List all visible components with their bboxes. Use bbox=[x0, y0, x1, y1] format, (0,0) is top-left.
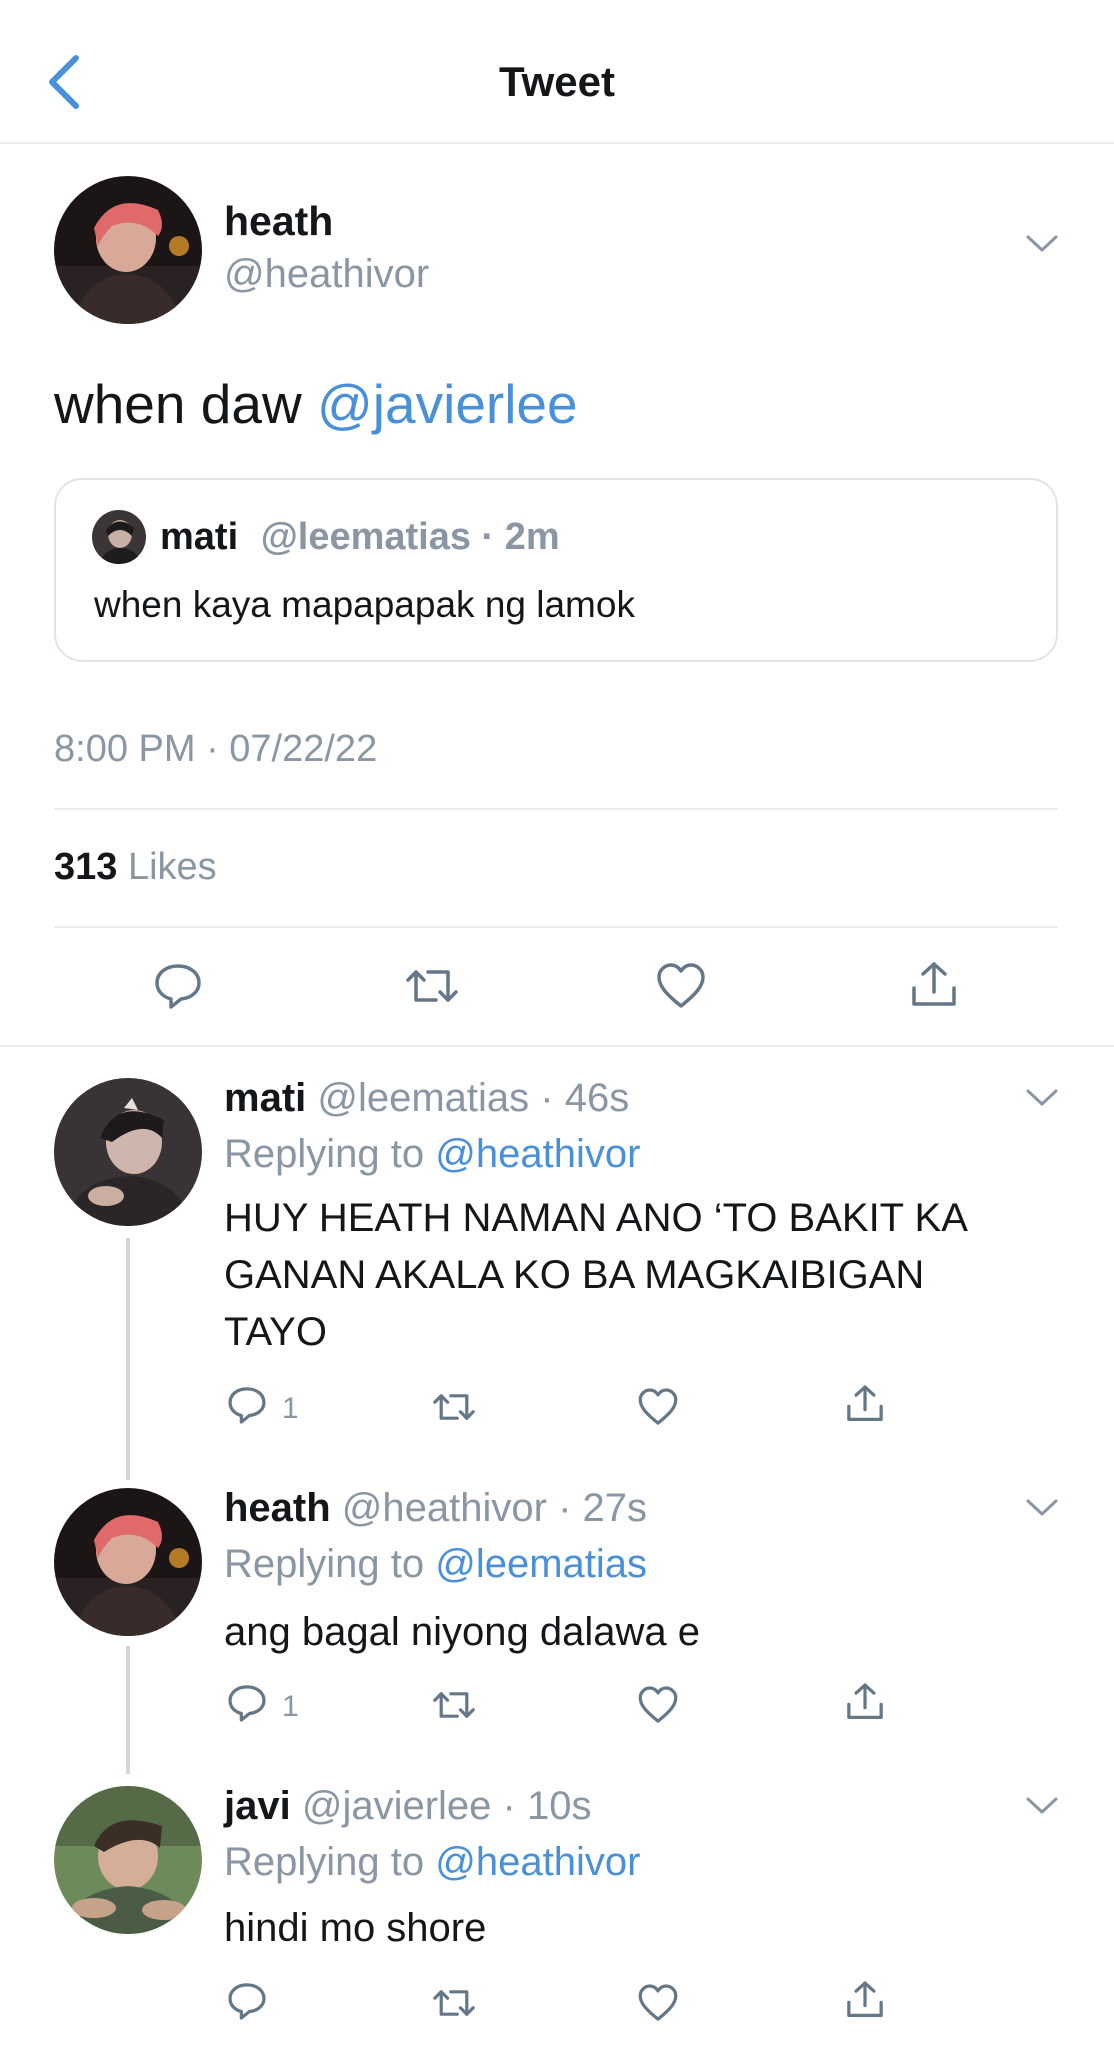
reply-button[interactable] bbox=[226, 1980, 268, 2027]
mention-link[interactable]: @heathivor bbox=[435, 1132, 640, 1176]
reply-text-line: TAYO bbox=[224, 1310, 327, 1354]
quoted-tweet-text: when kaya mapapapak ng lamok bbox=[94, 584, 635, 625]
tweet-menu-button[interactable] bbox=[1024, 1794, 1060, 1823]
share-button[interactable] bbox=[844, 1382, 886, 1431]
quoted-time: 2m bbox=[504, 516, 560, 558]
like-button[interactable] bbox=[654, 960, 708, 1017]
separator: · bbox=[470, 516, 505, 558]
retweet-icon bbox=[433, 1990, 475, 2016]
author-name[interactable]: heath bbox=[224, 198, 333, 245]
reply-count: 1 bbox=[282, 1392, 299, 1425]
tweet-menu-button[interactable] bbox=[1024, 232, 1060, 261]
reply-count: 1 bbox=[282, 1690, 299, 1723]
quoted-author: mati @leematias · 2m bbox=[160, 516, 560, 559]
reply-header: mati @leematias · 46s bbox=[224, 1076, 629, 1121]
mention-link[interactable]: @javierlee bbox=[317, 373, 578, 435]
reply-header: heath @heathivor · 27s bbox=[224, 1486, 647, 1531]
comment-icon bbox=[228, 1685, 266, 1722]
likes-stat[interactable]: 313 Likes bbox=[54, 846, 217, 889]
chevron-down-icon bbox=[1026, 1499, 1058, 1516]
avatar bbox=[92, 510, 146, 564]
reply-button[interactable] bbox=[226, 1682, 268, 1729]
likes-label: Likes bbox=[117, 846, 217, 888]
reply-time: · 27s bbox=[546, 1486, 648, 1530]
reply-author-handle[interactable]: @javierlee bbox=[291, 1784, 492, 1828]
reply-text-line: HUY HEATH NAMAN ANO ‘TO BAKIT KA bbox=[224, 1196, 968, 1240]
reply-author-name[interactable]: mati bbox=[224, 1076, 306, 1120]
retweet-button[interactable] bbox=[402, 960, 462, 1017]
likes-count: 313 bbox=[54, 846, 118, 888]
avatar[interactable] bbox=[54, 1786, 202, 1934]
reply-text-line: GANAN AKALA KO BA MAGKAIBIGAN bbox=[224, 1253, 925, 1297]
like-button[interactable] bbox=[636, 1386, 680, 1433]
replying-to: Replying to @leematias bbox=[224, 1542, 647, 1587]
tweet-text-content: when daw bbox=[54, 373, 317, 435]
heart-icon bbox=[638, 1984, 678, 2021]
reply-text: hindi mo shore bbox=[224, 1900, 486, 1957]
retweet-button[interactable] bbox=[430, 1982, 478, 2029]
tweet-timestamp: 8:00 PM · 07/22/22 bbox=[54, 728, 378, 770]
share-icon bbox=[912, 962, 956, 1006]
retweet-button[interactable] bbox=[430, 1684, 478, 1731]
share-button[interactable] bbox=[908, 958, 960, 1017]
reply-author-name[interactable]: javi bbox=[224, 1784, 291, 1828]
heart-icon bbox=[657, 963, 705, 1008]
divider bbox=[0, 1045, 1114, 1047]
mention-link[interactable]: @heathivor bbox=[435, 1840, 640, 1884]
tweet-menu-button[interactable] bbox=[1024, 1496, 1060, 1525]
tweet-menu-button[interactable] bbox=[1024, 1086, 1060, 1115]
reply-text: HUY HEATH NAMAN ANO ‘TO BAKIT KA GANAN A… bbox=[224, 1190, 968, 1361]
replying-to-label: Replying to bbox=[224, 1840, 436, 1884]
divider bbox=[54, 926, 1058, 928]
reply-time: · 10s bbox=[491, 1784, 592, 1828]
heart-icon bbox=[638, 1388, 678, 1425]
mention-link[interactable]: @leematias bbox=[435, 1542, 647, 1586]
retweet-icon bbox=[433, 1394, 475, 1420]
comment-icon bbox=[228, 1983, 266, 2020]
reply-header: javi @javierlee · 10s bbox=[224, 1784, 591, 1829]
comment-icon bbox=[228, 1387, 266, 1424]
reply-text-line: ang bagal niyong dalawa e bbox=[224, 1610, 700, 1654]
replying-to-label: Replying to bbox=[224, 1132, 436, 1176]
reply-author-handle[interactable]: @heathivor bbox=[331, 1486, 547, 1530]
share-icon bbox=[847, 1981, 883, 2017]
quoted-tweet[interactable]: mati @leematias · 2m when kaya mapapapak… bbox=[54, 478, 1058, 662]
like-button[interactable] bbox=[636, 1982, 680, 2029]
chevron-down-icon bbox=[1026, 1797, 1058, 1814]
heart-icon bbox=[638, 1686, 678, 1723]
share-icon bbox=[847, 1683, 883, 1719]
thread-line bbox=[126, 1646, 130, 1774]
avatar[interactable] bbox=[54, 176, 202, 324]
author-handle[interactable]: @heathivor bbox=[224, 252, 429, 297]
comment-icon bbox=[155, 964, 201, 1009]
reply-author-handle[interactable]: @leematias bbox=[306, 1076, 529, 1120]
like-button[interactable] bbox=[636, 1684, 680, 1731]
retweet-button[interactable] bbox=[430, 1386, 478, 1433]
avatar[interactable] bbox=[54, 1488, 202, 1636]
reply-time: · 46s bbox=[529, 1076, 630, 1120]
chevron-down-icon bbox=[1026, 1089, 1058, 1106]
share-icon bbox=[847, 1385, 883, 1421]
reply-author-name[interactable]: heath bbox=[224, 1486, 331, 1530]
replying-to: Replying to @heathivor bbox=[224, 1132, 640, 1177]
reply-text-line: hindi mo shore bbox=[224, 1906, 487, 1950]
quoted-author-handle: @leematias bbox=[260, 516, 471, 558]
page-title: Tweet bbox=[499, 58, 615, 105]
thread-line bbox=[126, 1238, 130, 1480]
share-button[interactable] bbox=[844, 1680, 886, 1729]
replying-to-label: Replying to bbox=[224, 1542, 436, 1586]
quoted-author-name: mati bbox=[160, 516, 239, 558]
reply-button[interactable] bbox=[152, 960, 204, 1017]
share-button[interactable] bbox=[844, 1978, 886, 2027]
reply-button[interactable] bbox=[226, 1384, 268, 1431]
avatar[interactable] bbox=[54, 1078, 202, 1226]
retweet-icon bbox=[406, 970, 458, 1002]
reply-text: ang bagal niyong dalawa e bbox=[224, 1604, 700, 1661]
top-nav-bar: Tweet bbox=[0, 0, 1114, 144]
replying-to: Replying to @heathivor bbox=[224, 1840, 640, 1885]
chevron-down-icon bbox=[1026, 235, 1058, 252]
retweet-icon bbox=[433, 1692, 475, 1718]
divider bbox=[54, 808, 1058, 810]
tweet-text: when daw @javierlee bbox=[54, 372, 578, 436]
